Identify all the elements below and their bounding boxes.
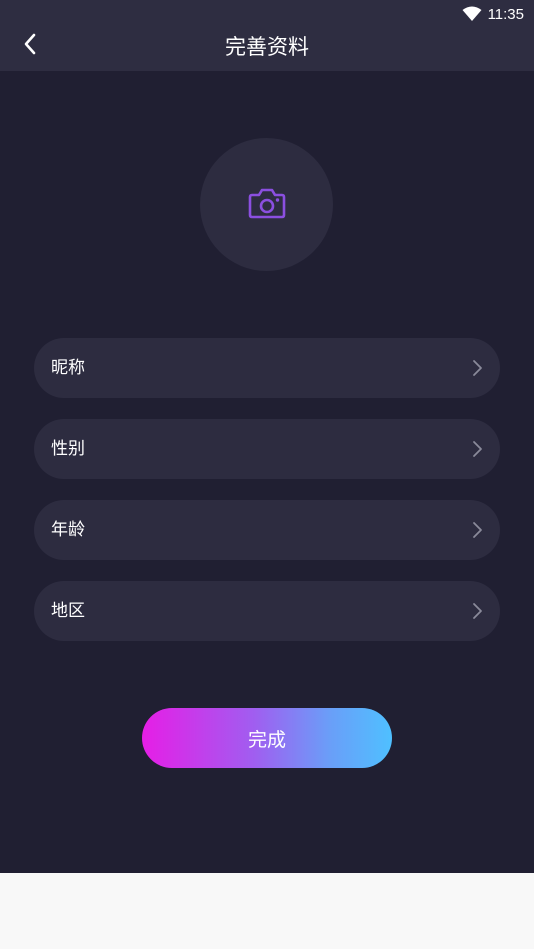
region-row[interactable]: 地区 (34, 581, 500, 641)
age-label: 年龄 (51, 520, 85, 540)
status-bar: 11:35 (462, 4, 524, 24)
profile-screen: 11:35 完善资料 昵称 性别 年龄 地区 完成 (0, 0, 534, 873)
nickname-label: 昵称 (51, 358, 85, 378)
camera-icon (248, 186, 286, 224)
chevron-right-icon (471, 359, 483, 377)
region-label: 地区 (51, 601, 85, 621)
chevron-right-icon (471, 521, 483, 539)
status-time: 11:35 (487, 5, 524, 23)
avatar-upload-button[interactable] (200, 138, 333, 271)
age-row[interactable]: 年龄 (34, 500, 500, 560)
done-button[interactable]: 完成 (142, 708, 392, 768)
app-header: 11:35 完善资料 (0, 0, 534, 71)
gender-row[interactable]: 性别 (34, 419, 500, 479)
nickname-row[interactable]: 昵称 (34, 338, 500, 398)
page-title: 完善资料 (225, 35, 309, 59)
gender-label: 性别 (51, 439, 85, 459)
wifi-icon (462, 6, 482, 22)
chevron-right-icon (471, 602, 483, 620)
chevron-right-icon (471, 440, 483, 458)
